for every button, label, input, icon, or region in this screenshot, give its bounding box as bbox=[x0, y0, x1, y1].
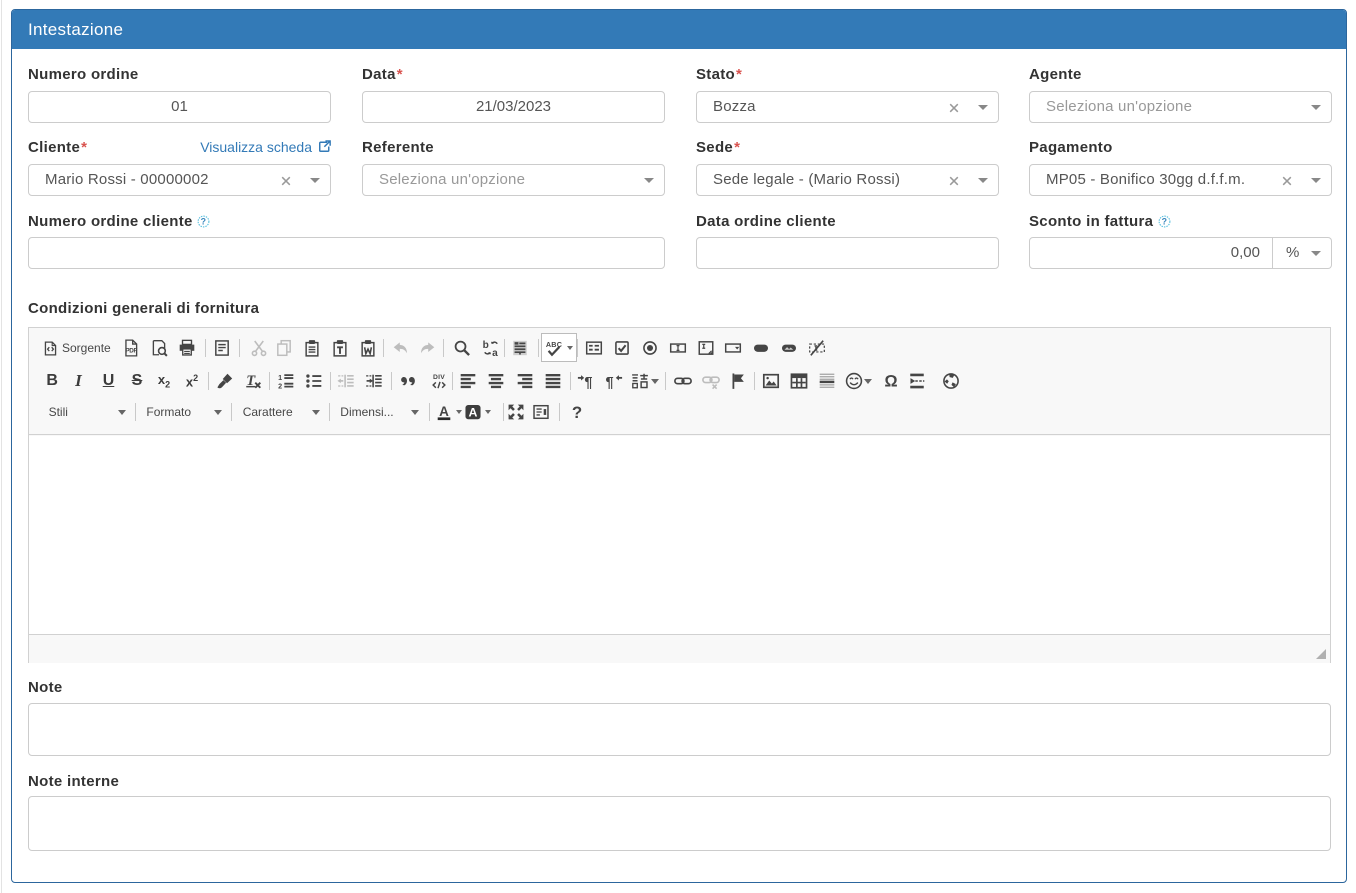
svg-text:?: ? bbox=[571, 403, 581, 421]
svg-text:b: b bbox=[483, 340, 489, 351]
svg-text:PDF: PDF bbox=[125, 348, 137, 355]
svg-text:T: T bbox=[246, 373, 256, 389]
svg-text:¶: ¶ bbox=[605, 375, 613, 390]
svg-text:2: 2 bbox=[278, 381, 282, 390]
svg-text:?: ? bbox=[1161, 217, 1167, 227]
svg-text:A: A bbox=[468, 406, 477, 420]
svg-text:A: A bbox=[439, 404, 449, 419]
svg-text:?: ? bbox=[201, 217, 207, 227]
svg-text:Ω: Ω bbox=[884, 373, 897, 390]
svg-text:a: a bbox=[492, 348, 498, 357]
svg-text:DIV: DIV bbox=[433, 374, 445, 381]
svg-text:¶: ¶ bbox=[584, 375, 592, 390]
